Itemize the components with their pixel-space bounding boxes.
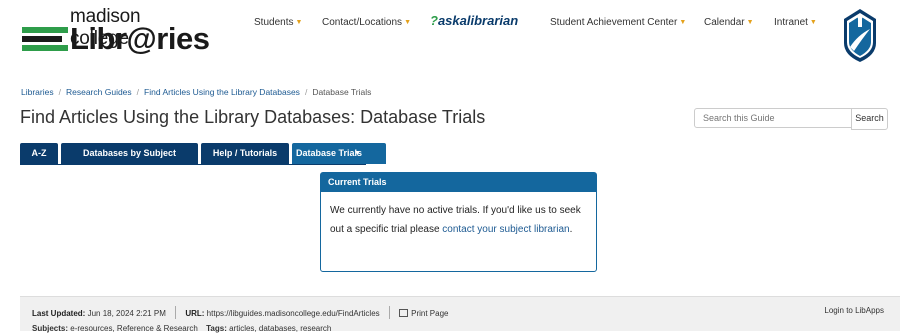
nav-students[interactable]: Students ▼: [254, 17, 302, 28]
nav-askalibrarian[interactable]: ?askalibrarian: [430, 13, 518, 28]
search-button[interactable]: Search: [851, 108, 888, 130]
box-text-end: .: [569, 224, 573, 235]
nav-calendar[interactable]: Calendar ▼: [704, 17, 754, 28]
box-title: Current Trials: [321, 173, 596, 192]
madison-college-crest-icon[interactable]: [840, 7, 880, 63]
divider: [388, 306, 390, 319]
tab-database-trials-label: Database Trials: [295, 148, 363, 158]
box-content: We currently have no active trials. If y…: [321, 192, 596, 239]
chevron-down-icon: ▼: [746, 19, 754, 26]
footer-subjects: Subjects: e-resources, Reference & Resea…: [32, 324, 331, 333]
chevron-down-icon: ▼: [404, 19, 411, 26]
search-input[interactable]: [694, 108, 852, 128]
nav-contact-locations[interactable]: Contact/Locations ▼: [322, 17, 411, 28]
breadcrumb-find-articles[interactable]: Find Articles Using the Library Database…: [144, 87, 300, 97]
url-value: https://libguides.madisoncollege.edu/Fin…: [206, 309, 380, 318]
site-header: madison college Libr@ries Students ▼ Cont…: [0, 0, 900, 70]
print-page-label: Print Page: [411, 309, 449, 318]
subjects-label: Subjects:: [32, 324, 69, 333]
breadcrumb-research-guides[interactable]: Research Guides: [66, 87, 132, 97]
library-logo[interactable]: madison college Libr@ries: [22, 6, 210, 58]
last-updated-value: Jun 18, 2024 2:21 PM: [87, 309, 166, 318]
footer-meta: Last Updated: Jun 18, 2024 2:21 PM URL: …: [32, 306, 448, 319]
guide-search: Search: [694, 108, 888, 130]
tab-databases-by-subject[interactable]: Databases by Subject: [61, 143, 198, 164]
tab-help-tutorials[interactable]: Help / Tutorials: [201, 143, 289, 164]
subjects-value[interactable]: e-resources, Reference & Research: [70, 324, 198, 333]
login-libapps-link[interactable]: Login to LibApps: [824, 306, 884, 315]
logo-line2: Libr@ries: [70, 21, 210, 56]
page-title: Find Articles Using the Library Database…: [20, 107, 486, 127]
tags-label: Tags:: [206, 324, 227, 333]
breadcrumb-separator: /: [58, 87, 61, 97]
breadcrumb: Libraries / Research Guides / Find Articles …: [21, 87, 371, 97]
chevron-down-icon: ▼: [295, 19, 303, 26]
chevron-down-icon: ▼: [679, 19, 687, 26]
print-page-link[interactable]: Print Page: [399, 309, 448, 318]
url-label: URL:: [185, 309, 205, 318]
contact-librarian-link[interactable]: contact your subject librarian: [442, 224, 569, 235]
breadcrumb-separator: /: [136, 87, 140, 97]
tab-underline: [20, 164, 366, 165]
chevron-down-icon[interactable]: ▼: [354, 143, 361, 164]
page-footer: Last Updated: Jun 18, 2024 2:21 PM URL: …: [20, 296, 900, 333]
logo-bars-icon: [22, 27, 68, 53]
breadcrumb-current: Database Trials: [312, 87, 372, 97]
tab-a-z[interactable]: A-Z: [20, 143, 58, 164]
divider: [175, 306, 177, 319]
tab-database-trials[interactable]: Database Trials: [292, 143, 386, 164]
nav-intranet[interactable]: Intranet ▼: [774, 17, 817, 28]
last-updated-label: Last Updated:: [32, 309, 86, 318]
nav-student-achievement-center[interactable]: Student Achievement Center ▼: [550, 17, 686, 28]
chevron-down-icon: ▼: [809, 19, 817, 26]
breadcrumb-libraries[interactable]: Libraries: [21, 87, 54, 97]
breadcrumb-separator: /: [304, 87, 308, 97]
tags-value[interactable]: articles, databases, research: [229, 324, 331, 333]
current-trials-box: Current Trials We currently have no acti…: [320, 172, 597, 272]
printer-icon: [399, 309, 409, 317]
